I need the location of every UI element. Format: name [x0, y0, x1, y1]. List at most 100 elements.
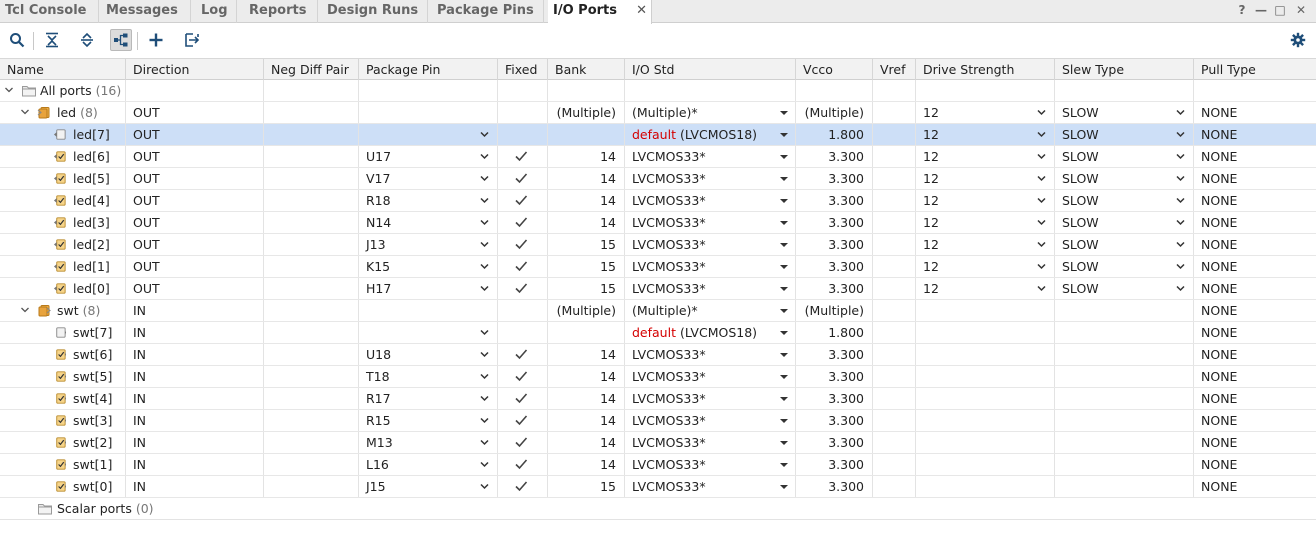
collapse-all-icon[interactable]	[41, 29, 63, 51]
close-icon[interactable]: ✕	[1294, 3, 1308, 19]
fixed-cell[interactable]	[498, 344, 548, 365]
drive-strength-select[interactable]: 12	[916, 146, 1055, 167]
tab-io-ports[interactable]: I/O Ports ✕	[548, 0, 652, 24]
fixed-cell[interactable]	[498, 168, 548, 189]
dropdown-arrow-icon[interactable]	[780, 199, 788, 203]
fixed-cell[interactable]	[498, 322, 548, 343]
pull-type-cell[interactable]: NONE	[1194, 432, 1316, 453]
col-header-slew-type[interactable]: Slew Type	[1055, 59, 1194, 80]
gear-icon[interactable]	[1287, 29, 1309, 51]
package-pin-select[interactable]: M13	[359, 432, 498, 453]
fixed-cell[interactable]	[498, 432, 548, 453]
table-row-port[interactable]: led[5] OUT V17 14 LVCMOS33* 3.300 12 SLOW NONE	[0, 168, 1316, 190]
col-header-drive-strength[interactable]: Drive Strength	[916, 59, 1055, 80]
tab-package-pins[interactable]: Package Pins	[432, 0, 544, 23]
table-row-port[interactable]: swt[1] IN L16 14 LVCMOS33* 3.300 NONE	[0, 454, 1316, 476]
pull-type-cell[interactable]: NONE	[1194, 168, 1316, 189]
fixed-cell[interactable]	[498, 388, 548, 409]
pull-type-cell[interactable]: NONE	[1194, 124, 1316, 145]
package-pin-select[interactable]: V17	[359, 168, 498, 189]
package-pin-select[interactable]: L16	[359, 454, 498, 475]
fixed-cell[interactable]	[498, 212, 548, 233]
fixed-cell[interactable]	[498, 454, 548, 475]
col-header-direction[interactable]: Direction	[126, 59, 264, 80]
io-std-select[interactable]: LVCMOS33*	[625, 212, 796, 233]
pull-type-cell[interactable]: NONE	[1194, 212, 1316, 233]
col-header-io-std[interactable]: I/O Std	[625, 59, 796, 80]
slew-type-select[interactable]: SLOW	[1055, 168, 1194, 189]
table-row-port[interactable]: led[1] OUT K15 15 LVCMOS33* 3.300 12 SLOW NONE	[0, 256, 1316, 278]
search-icon[interactable]	[6, 29, 28, 51]
package-pin-select[interactable]: R15	[359, 410, 498, 431]
col-header-neg-diff-pair[interactable]: Neg Diff Pair	[264, 59, 359, 80]
table-row-port[interactable]: led[7] OUT default (LVCMOS18) 1.800 12 SLOW NO…	[0, 124, 1316, 146]
dropdown-arrow-icon[interactable]	[780, 309, 788, 313]
table-row-port[interactable]: led[0] OUT H17 15 LVCMOS33* 3.300 12 SLOW NONE	[0, 278, 1316, 300]
tree-row-group-swt[interactable]: swt (8) IN (Multiple) (Multiple)* (Multiple)…	[0, 300, 1316, 322]
package-pin-select[interactable]: H17	[359, 278, 498, 299]
expand-all-icon[interactable]	[76, 29, 98, 51]
col-header-name[interactable]: Name	[0, 59, 126, 80]
slew-type-select[interactable]: SLOW	[1055, 124, 1194, 145]
fixed-cell[interactable]	[498, 410, 548, 431]
drive-strength-select[interactable]: 12	[916, 168, 1055, 189]
drive-strength-select[interactable]: 12	[916, 234, 1055, 255]
drive-strength-select[interactable]: 12	[916, 124, 1055, 145]
io-std-select[interactable]: LVCMOS33*	[625, 256, 796, 277]
dropdown-arrow-icon[interactable]	[780, 485, 788, 489]
slew-type-select[interactable]: SLOW	[1055, 102, 1194, 123]
dropdown-arrow-icon[interactable]	[780, 463, 788, 467]
drive-strength-select[interactable]: 12	[916, 278, 1055, 299]
pull-type-cell[interactable]: NONE	[1194, 256, 1316, 277]
tab-reports[interactable]: Reports	[244, 0, 318, 23]
dropdown-arrow-icon[interactable]	[780, 177, 788, 181]
pull-type-cell[interactable]: NONE	[1194, 322, 1316, 343]
pull-type-cell[interactable]: NONE	[1194, 102, 1316, 123]
tab-close-icon[interactable]: ✕	[636, 0, 647, 22]
io-std-select[interactable]: LVCMOS33*	[625, 454, 796, 475]
dropdown-arrow-icon[interactable]	[780, 419, 788, 423]
col-header-vref[interactable]: Vref	[873, 59, 916, 80]
drive-strength-select[interactable]: 12	[916, 190, 1055, 211]
table-row-port[interactable]: led[6] OUT U17 14 LVCMOS33* 3.300 12 SLOW NONE	[0, 146, 1316, 168]
io-std-select[interactable]: LVCMOS33*	[625, 190, 796, 211]
package-pin-select[interactable]: J15	[359, 476, 498, 497]
drive-strength-select[interactable]: 12	[916, 102, 1055, 123]
tree-row-scalar-ports[interactable]: Scalar ports (0)	[0, 498, 1316, 520]
slew-type-select[interactable]: SLOW	[1055, 256, 1194, 277]
dropdown-arrow-icon[interactable]	[780, 133, 788, 137]
expand-led-icon[interactable]	[20, 107, 30, 117]
export-icon[interactable]	[181, 29, 203, 51]
pull-type-cell[interactable]: NONE	[1194, 300, 1316, 321]
fixed-cell[interactable]	[498, 278, 548, 299]
table-row-port[interactable]: swt[0] IN J15 15 LVCMOS33* 3.300 NONE	[0, 476, 1316, 498]
slew-type-select[interactable]: SLOW	[1055, 190, 1194, 211]
expand-all-ports-icon[interactable]	[4, 85, 14, 95]
table-row-port[interactable]: led[3] OUT N14 14 LVCMOS33* 3.300 12 SLOW NONE	[0, 212, 1316, 234]
pull-type-cell[interactable]: NONE	[1194, 476, 1316, 497]
io-std-select[interactable]: (Multiple)*	[625, 300, 796, 321]
io-std-select[interactable]: LVCMOS33*	[625, 234, 796, 255]
package-pin-select[interactable]: R17	[359, 388, 498, 409]
io-std-select[interactable]: LVCMOS33*	[625, 278, 796, 299]
help-icon[interactable]: ?	[1235, 3, 1249, 19]
tree-row-all-ports[interactable]: All ports (16)	[0, 80, 1316, 102]
tab-tcl-console[interactable]: Tcl Console	[0, 0, 99, 23]
package-pin-select[interactable]: U17	[359, 146, 498, 167]
io-std-select[interactable]: LVCMOS33*	[625, 432, 796, 453]
minimize-icon[interactable]: —	[1254, 3, 1268, 19]
dropdown-arrow-icon[interactable]	[780, 287, 788, 291]
package-pin-select[interactable]: U18	[359, 344, 498, 365]
io-std-select[interactable]: LVCMOS33*	[625, 146, 796, 167]
drive-strength-select[interactable]: 12	[916, 256, 1055, 277]
dropdown-arrow-icon[interactable]	[780, 397, 788, 401]
io-std-select[interactable]: (Multiple)*	[625, 102, 796, 123]
dropdown-arrow-icon[interactable]	[780, 331, 788, 335]
table-row-port[interactable]: swt[7] IN default (LVCMOS18) 1.800 NONE	[0, 322, 1316, 344]
add-icon[interactable]	[145, 29, 167, 51]
table-row-port[interactable]: led[4] OUT R18 14 LVCMOS33* 3.300 12 SLOW NONE	[0, 190, 1316, 212]
slew-type-select[interactable]: SLOW	[1055, 146, 1194, 167]
io-std-select[interactable]: LVCMOS33*	[625, 366, 796, 387]
io-std-select[interactable]: LVCMOS33*	[625, 410, 796, 431]
col-header-vcco[interactable]: Vcco	[796, 59, 873, 80]
